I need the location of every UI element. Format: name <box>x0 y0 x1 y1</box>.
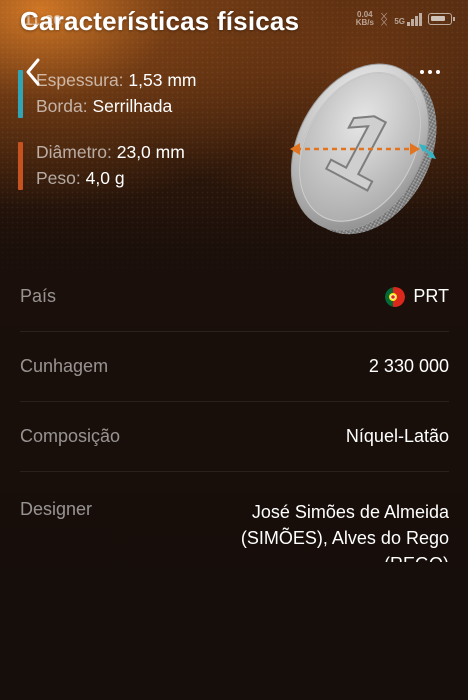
diameter-weight-specs: Diâmetro: 23,0 mm Peso: 4,0 g <box>18 140 185 190</box>
detail-row-country: País PRT <box>20 262 449 332</box>
detail-row-composition: Composição Níquel-Latão <box>20 402 449 472</box>
portugal-flag-icon <box>385 286 406 307</box>
coin-details: País PRT Cunhagem 2 330 000 Composição N… <box>20 262 449 562</box>
edge-spec: Borda: Serrilhada <box>36 96 173 116</box>
designer-value: José Simões de Almeida (SIMÕES), Alves d… <box>240 502 449 562</box>
signal-icon <box>407 12 422 26</box>
detail-row-mintage: Cunhagem 2 330 000 <box>20 332 449 402</box>
thickness-edge-specs: Espessura: 1,53 mm Borda: Serrilhada <box>18 68 197 118</box>
battery-icon <box>428 13 455 25</box>
country-label: País <box>20 286 57 306</box>
mintage-label: Cunhagem <box>20 356 109 376</box>
signal-group: 5G <box>394 12 422 26</box>
network-type: 5G <box>394 16 405 26</box>
diameter-spec: Diâmetro: 23,0 mm <box>36 142 185 162</box>
composition-value: Níquel-Latão <box>345 426 449 446</box>
detail-row-designer: Designer José Simões de Almeida (SIMÕES)… <box>20 472 449 562</box>
orange-accent-bar <box>18 142 23 190</box>
teal-accent-bar <box>18 70 23 118</box>
net-speed: 0.04 KB/s <box>355 10 374 27</box>
composition-label: Composição <box>20 426 121 446</box>
status-icons: 0.04 KB/s ᛝ 5G <box>355 10 455 27</box>
thickness-spec: Espessura: 1,53 mm <box>36 70 197 90</box>
coin-illustration: 1 <box>290 63 437 235</box>
weight-spec: Peso: 4,0 g <box>36 168 125 188</box>
mintage-value: 2 330 000 <box>368 356 449 376</box>
designer-label: Designer <box>20 499 93 519</box>
bluetooth-icon: ᛝ <box>379 11 389 27</box>
page-title: Características físicas <box>20 6 300 36</box>
country-value: PRT <box>385 286 449 307</box>
